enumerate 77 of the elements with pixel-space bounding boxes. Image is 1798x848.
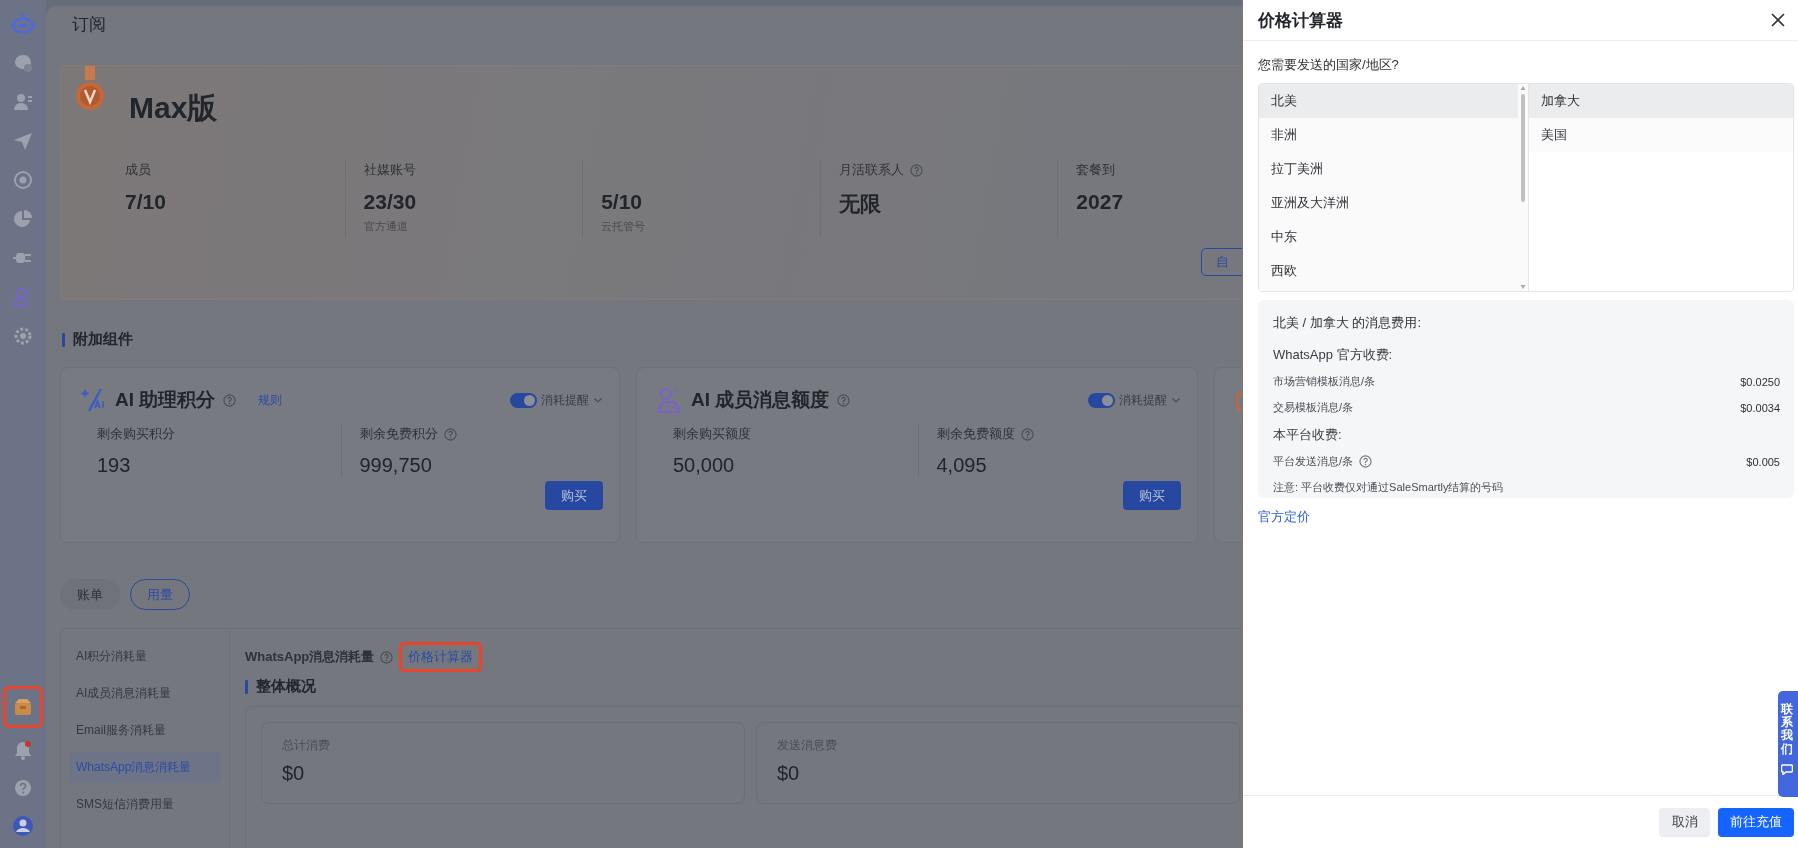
stat-value: 5/10 — [601, 190, 643, 214]
stat-value: 193 — [97, 454, 132, 477]
close-icon — [1770, 12, 1786, 28]
section-marker — [245, 679, 248, 694]
section-marker — [62, 332, 65, 347]
fee-group-title: 本平台收费: — [1273, 426, 1343, 444]
fee-group-title: WhatsApp 官方收费: — [1273, 346, 1394, 364]
stat-value: 2027 — [1076, 190, 1125, 214]
bell-icon — [12, 739, 34, 761]
fee-label: 平台发送消息/条 — [1273, 454, 1354, 469]
question-label: 您需要发送的国家/地区? — [1258, 56, 1400, 74]
chevron-down-icon — [1171, 395, 1181, 405]
country-option[interactable]: 加拿大 — [1529, 84, 1793, 118]
page-title: 订阅 — [71, 14, 106, 36]
toggle-label: 消耗提醒 — [541, 391, 589, 409]
chevron-down-icon — [593, 395, 603, 405]
stat-value: 7/10 — [125, 190, 167, 214]
drawer-title: 价格计算器 — [1258, 9, 1343, 32]
stat-value: 50,000 — [673, 454, 736, 477]
toggle-switch[interactable] — [1088, 392, 1115, 408]
avatar-icon — [12, 815, 34, 837]
stat-label: 剩余购买积分 — [97, 425, 175, 443]
toggle-switch[interactable] — [510, 392, 537, 408]
plan-name: Max版 — [129, 90, 218, 126]
stat-label: 成员 — [125, 161, 151, 179]
help-icon — [12, 777, 34, 799]
stat-label: 月活联系人 — [838, 161, 904, 179]
official-pricing-link[interactable]: 官方定价 — [1258, 508, 1310, 526]
summary-value: $0 — [777, 762, 801, 785]
fee-price: $0.005 — [1746, 455, 1780, 468]
sparkle-icon — [79, 386, 107, 414]
region-option[interactable]: 亚洲及大洋洲 — [1259, 186, 1518, 220]
pie-chart-icon — [12, 208, 34, 230]
stat-value: 无限 — [838, 191, 882, 217]
stat-value: 4,095 — [936, 454, 988, 477]
buy-button[interactable]: 购买 — [1123, 481, 1181, 510]
fees-heading: 北美 / 加拿大 的消息费用: — [1273, 314, 1423, 332]
box-icon — [12, 696, 34, 718]
usage-title: WhatsApp消息消耗量 — [245, 648, 375, 666]
chat-icon — [1781, 763, 1793, 775]
stat-value: 999,750 — [359, 454, 433, 477]
recharge-button[interactable]: 前往充值 — [1718, 807, 1794, 837]
settings-icon — [12, 325, 34, 347]
tab[interactable]: 账单 — [60, 579, 120, 610]
stat-label: 社媒账号 — [363, 161, 416, 179]
region-option[interactable]: 非洲 — [1259, 118, 1518, 152]
summary-value: $0 — [282, 762, 306, 785]
contact-tab[interactable]: 联系我们 — [1778, 691, 1798, 797]
stat-label: 剩余免费额度 — [936, 425, 1015, 443]
cancel-button[interactable]: 取消 — [1659, 807, 1710, 837]
fee-price: $0.0034 — [1740, 401, 1780, 414]
chat-bubble-icon — [12, 52, 34, 74]
region-option[interactable]: 西欧 — [1259, 254, 1518, 288]
region-option[interactable]: 中东 — [1259, 220, 1518, 254]
sidebar-item[interactable] — [3, 686, 43, 728]
paper-plane-icon — [12, 130, 34, 152]
stat-label: 套餐到 — [1076, 161, 1116, 179]
people-icon — [12, 91, 34, 113]
addon-title: AI 成员消息额度 — [691, 388, 830, 412]
stat-label: 剩余免费积分 — [359, 425, 438, 443]
fee-note: 注意: 平台收费仅对通过SaleSmartly结算的号码 — [1273, 480, 1505, 495]
buy-button[interactable]: 购买 — [545, 481, 603, 510]
stat-value: 23/30 — [363, 190, 418, 214]
target-icon — [12, 169, 34, 191]
fee-label: 市场营销模板消息/条 — [1273, 374, 1376, 389]
robot-person-icon — [655, 386, 683, 414]
contact-text: 联系我们 — [1781, 703, 1793, 756]
stat-label: 剩余购买额度 — [673, 425, 751, 443]
section-heading: 整体概况 — [256, 677, 316, 696]
region-option[interactable]: 拉丁美洲 — [1259, 152, 1518, 186]
section-heading: 附加组件 — [73, 330, 133, 349]
region-option[interactable]: 北美 — [1259, 84, 1518, 118]
fee-price: $0.0250 — [1740, 375, 1780, 388]
toggle-label: 消耗提醒 — [1119, 391, 1167, 409]
country-option[interactable]: 美国 — [1529, 118, 1793, 152]
fee-label: 交易模板消息/条 — [1273, 400, 1354, 415]
addon-title: AI 助理积分 — [115, 388, 216, 412]
